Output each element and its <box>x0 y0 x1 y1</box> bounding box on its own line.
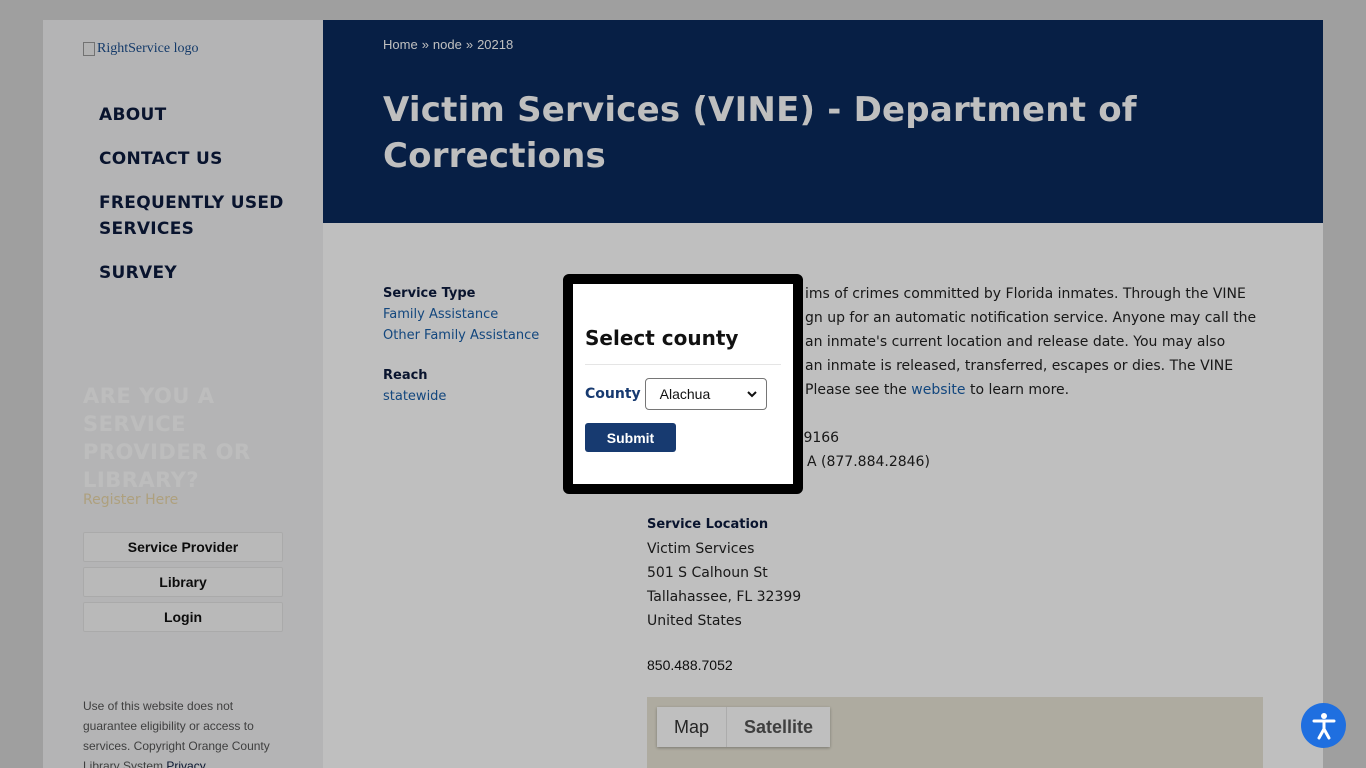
accessibility-icon <box>1312 712 1335 739</box>
county-selected-value: Alachua <box>659 386 711 402</box>
county-field-row: County Alachua <box>585 378 767 410</box>
accessibility-button[interactable] <box>1301 703 1346 748</box>
county-select[interactable]: Alachua <box>644 378 767 410</box>
modal-title: Select county <box>585 326 739 350</box>
submit-button[interactable]: Submit <box>585 423 676 452</box>
county-label: County <box>585 386 641 402</box>
chevron-down-icon <box>746 391 757 398</box>
modal-divider <box>585 364 781 365</box>
select-county-modal: Select county County Alachua Submit <box>563 274 803 494</box>
